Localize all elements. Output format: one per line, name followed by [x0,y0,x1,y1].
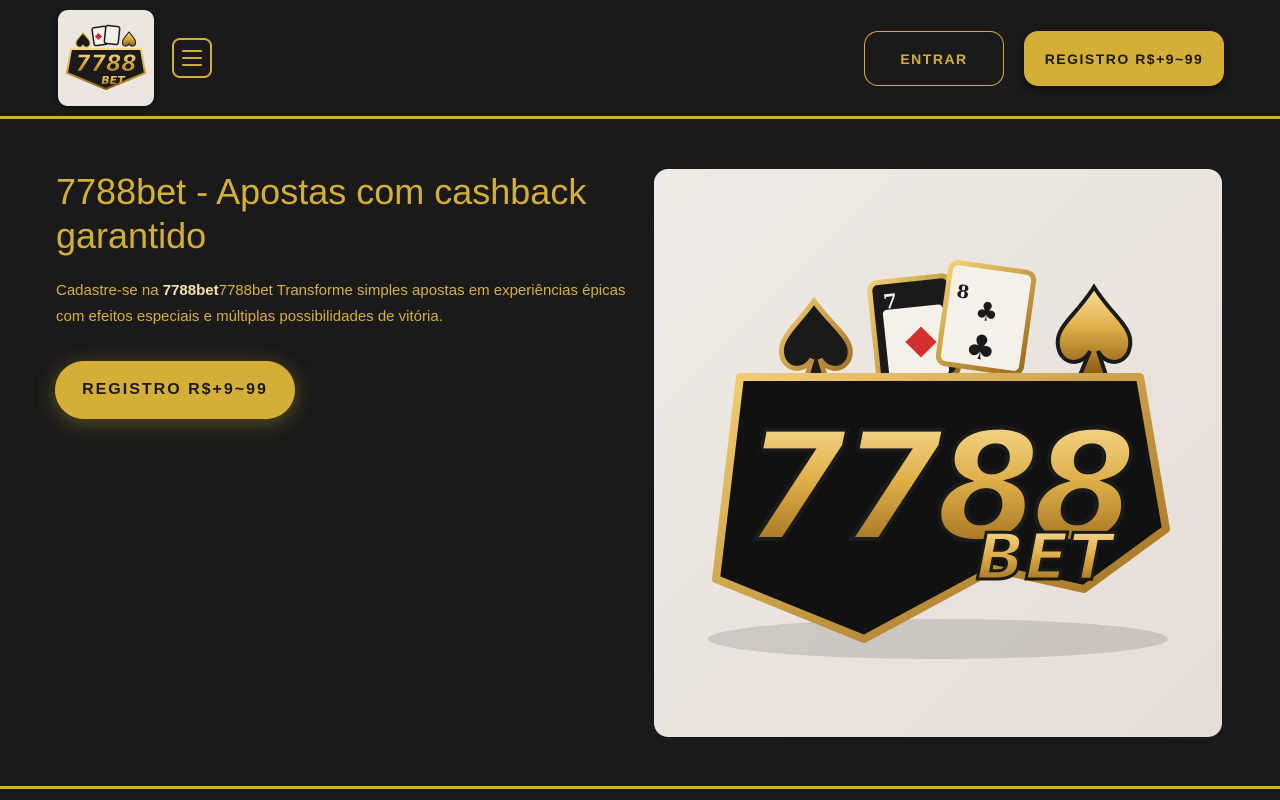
hero-text-prefix: Cadastre-se na [56,282,163,299]
svg-text:♣: ♣ [963,326,999,370]
svg-text:7: 7 [882,289,898,314]
logo-emblem-icon: 7788 BET [65,24,147,91]
site-header: 7788 BET ENTRAR REGISTRO R$+9~99 [0,0,1280,119]
spade-icon [778,296,853,382]
login-button[interactable]: ENTRAR [864,31,1004,86]
site-logo[interactable]: 7788 BET [58,10,154,106]
playing-cards-icon: 7 8 ♣ ♣ [867,260,1037,385]
svg-text:BET: BET [101,74,126,87]
footer-divider [0,786,1280,789]
hero-brand-link: 7788bet [162,282,219,299]
menu-icon [182,50,202,52]
brand-logo-illustration: 7 8 ♣ ♣ 7788 BET [708,260,1170,659]
menu-icon-line [182,57,202,59]
register-button[interactable]: REGISTRO R$+9~99 [1024,31,1224,86]
menu-button[interactable] [172,38,212,78]
logo-bet-text: BET [976,521,1117,595]
hero-register-button[interactable]: REGISTRO R$+9~99 [55,361,295,419]
svg-text:♣: ♣ [973,296,1000,329]
hero-description: Cadastre-se na 7788bet7788bet Transforme… [56,278,626,330]
spade-icon-gold [1055,283,1133,377]
page-title: 7788bet - Apostas com cashback garantido [56,171,587,256]
hero-logo-image: 7 8 ♣ ♣ 7788 BET [654,169,1222,737]
menu-icon-line [182,64,202,66]
